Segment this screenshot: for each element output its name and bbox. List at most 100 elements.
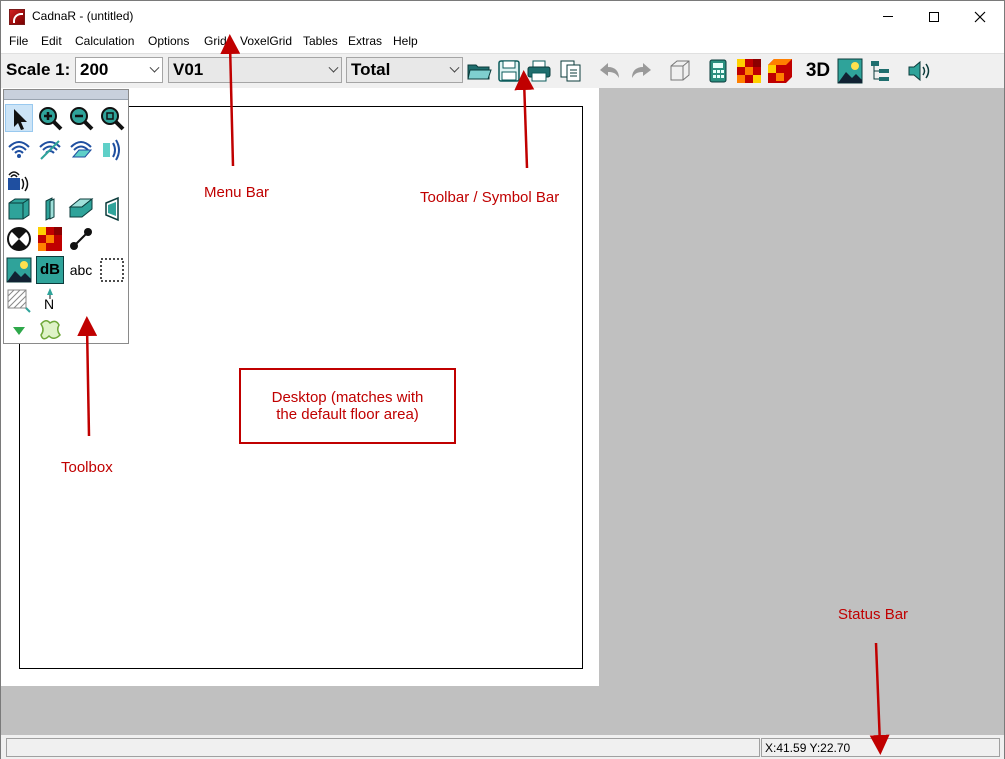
status-message-panel — [6, 738, 760, 757]
triangle-marker-icon — [13, 327, 25, 335]
north-label: N — [44, 296, 55, 312]
landscape-image-icon — [837, 58, 863, 84]
status-coordinates: X:41.59 Y:22.70 — [761, 738, 1000, 757]
area-source-icon — [70, 141, 93, 158]
tool-select[interactable] — [5, 104, 33, 132]
total-select[interactable]: Total — [346, 57, 463, 83]
3d-box-icon — [670, 60, 690, 81]
tool-room-volume[interactable] — [5, 195, 33, 223]
menu-options[interactable]: Options — [148, 34, 189, 48]
receiver-line-icon — [70, 228, 92, 250]
application-window: CadnaR - (untitled) File Edit Calculatio… — [0, 0, 1005, 759]
tool-zoom-out[interactable] — [67, 104, 95, 132]
directional-source-icon — [103, 139, 120, 161]
tool-door[interactable] — [98, 195, 126, 223]
tool-zoom-in[interactable] — [36, 104, 64, 132]
annotation-toolbox: Toolbox — [61, 459, 113, 476]
speaker-box-icon — [8, 171, 29, 192]
door-icon — [105, 196, 119, 222]
scale-value: 200 — [80, 60, 109, 79]
scale-label: Scale 1: — [6, 60, 71, 79]
tool-receiver-point[interactable] — [5, 225, 33, 253]
3d-grid-map-button[interactable] — [767, 58, 793, 84]
chevron-down-icon — [449, 62, 460, 73]
wall-panel-icon — [68, 197, 94, 218]
zoom-in-icon — [39, 107, 63, 131]
tool-wall-panel[interactable] — [67, 195, 95, 223]
tool-triangle-marker[interactable] — [5, 316, 33, 344]
undo-button[interactable] — [597, 58, 623, 84]
redo-button[interactable] — [628, 58, 654, 84]
scale-select[interactable]: 200 — [75, 57, 163, 83]
variant-value: V01 — [173, 60, 204, 79]
tool-db-label[interactable]: dB — [36, 256, 64, 284]
annotation-desktop-box: Desktop (matches with the default floor … — [239, 368, 456, 444]
menu-calculation[interactable]: Calculation — [75, 34, 134, 48]
menu-edit[interactable]: Edit — [41, 34, 62, 48]
minimize-icon — [883, 16, 893, 17]
variant-select[interactable]: V01 — [168, 57, 342, 83]
tool-line-source[interactable] — [36, 135, 64, 163]
minimize-button[interactable] — [865, 1, 911, 32]
object-tree-icon — [871, 61, 889, 81]
annotation-desktop-line1: Desktop (matches with — [271, 389, 424, 406]
workspace: dB abc N — [1, 88, 1004, 735]
close-icon — [974, 11, 986, 22]
annotation-toolbar: Toolbar / Symbol Bar — [420, 189, 560, 206]
close-button[interactable] — [957, 1, 1003, 32]
tool-point-source[interactable] — [5, 135, 33, 163]
grid-map-button[interactable] — [736, 58, 762, 84]
print-button[interactable] — [526, 58, 552, 84]
calculator-button[interactable] — [705, 58, 731, 84]
menu-file[interactable]: File — [9, 34, 28, 48]
tool-selection-rectangle[interactable] — [98, 256, 126, 284]
tool-directional-source[interactable] — [98, 135, 126, 163]
speaker-button[interactable] — [906, 58, 932, 84]
tool-receiver-line[interactable] — [67, 225, 95, 253]
tool-speaker-box[interactable] — [5, 166, 33, 194]
annotation-menu-bar: Menu Bar — [204, 184, 270, 201]
landscape-button[interactable] — [837, 58, 863, 84]
tool-barrier[interactable] — [36, 195, 64, 223]
redo-icon — [632, 63, 651, 78]
tool-grid-area[interactable] — [36, 225, 64, 253]
tool-zoom-fit[interactable] — [98, 104, 126, 132]
object-tree-button[interactable] — [868, 58, 894, 84]
tool-text-label[interactable]: abc — [67, 256, 95, 284]
save-icon — [498, 60, 520, 82]
annotation-status-bar: Status Bar — [838, 606, 909, 623]
open-folder-icon — [467, 64, 492, 80]
open-button[interactable] — [466, 58, 492, 84]
calculator-icon — [709, 59, 727, 83]
toolbox-caption[interactable] — [4, 90, 128, 100]
landscape-icon — [6, 257, 32, 283]
3d-grid-map-icon — [768, 59, 792, 83]
menu-grid[interactable]: Grid — [204, 34, 227, 48]
selection-rectangle-icon — [100, 258, 124, 282]
menu-help[interactable]: Help — [393, 34, 418, 48]
copy-button[interactable] — [558, 58, 584, 84]
maximize-button[interactable] — [911, 1, 957, 32]
point-source-icon — [8, 141, 30, 158]
chevron-down-icon — [328, 62, 339, 73]
tool-north-arrow[interactable]: N — [36, 286, 64, 314]
annotation-desktop-line2: the default floor area) — [276, 406, 419, 423]
receiver-point-icon — [7, 227, 31, 251]
3d-view-button[interactable]: 3D — [805, 58, 831, 84]
tool-polygon[interactable] — [36, 316, 64, 344]
tool-area-source[interactable] — [67, 135, 95, 163]
zoom-fit-icon — [101, 107, 125, 131]
3d-box-button[interactable] — [667, 58, 693, 84]
hatched-area-icon — [7, 289, 31, 313]
menu-voxelgrid[interactable]: VoxelGrid — [240, 34, 292, 48]
barrier-icon — [45, 197, 55, 221]
zoom-out-icon — [70, 107, 94, 131]
polygon-icon — [40, 320, 62, 340]
room-volume-icon — [8, 198, 30, 220]
undo-icon — [600, 63, 619, 78]
menu-tables[interactable]: Tables — [303, 34, 338, 48]
tool-landscape[interactable] — [5, 256, 33, 284]
menu-extras[interactable]: Extras — [348, 34, 382, 48]
save-button[interactable] — [496, 58, 522, 84]
tool-hatched-area[interactable] — [5, 286, 33, 314]
